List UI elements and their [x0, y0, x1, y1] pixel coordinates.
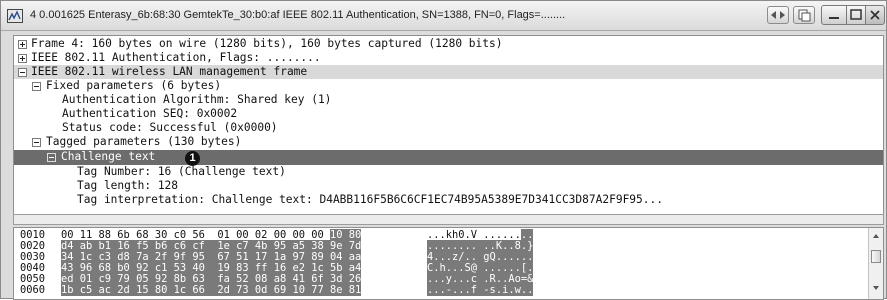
- tree-row-label: Authentication SEQ: 0x0002: [62, 107, 238, 120]
- packet-details-tree: Frame 4: 160 bytes on wire (1280 bits), …: [13, 35, 884, 215]
- expand-icon[interactable]: [18, 54, 27, 63]
- tree-row-challenge-text[interactable]: Challenge text 1: [14, 150, 883, 166]
- minimize-button[interactable]: [821, 5, 847, 25]
- scroll-thumb[interactable]: [871, 250, 881, 263]
- scroll-up-icon[interactable]: [873, 234, 879, 238]
- tree-row-label: Frame 4: 160 bytes on wire (1280 bits), …: [31, 37, 503, 50]
- tree-row-auth-header[interactable]: IEEE 802.11 Authentication, Flags: .....…: [14, 51, 883, 65]
- collapse-icon[interactable]: [47, 153, 56, 162]
- tree-row-tagged-params[interactable]: Tagged parameters (130 bytes): [14, 135, 883, 149]
- expand-icon[interactable]: [18, 40, 27, 49]
- tree-row-auth-alg[interactable]: Authentication Algorithm: Shared key (1): [14, 93, 883, 107]
- window-title: 4 0.001625 Enterasy_6b:68:30 GemtekTe_30…: [30, 9, 566, 21]
- minimize-icon: [829, 17, 839, 19]
- title-bar[interactable]: 4 0.001625 Enterasy_6b:68:30 GemtekTe_30…: [1, 1, 886, 31]
- close-icon: [870, 10, 880, 20]
- tree-row-mgmt-frame[interactable]: IEEE 802.11 wireless LAN management fram…: [14, 65, 883, 79]
- tree-row-tag-number[interactable]: Tag Number: 16 (Challenge text): [14, 165, 883, 179]
- tree-row-label: IEEE 802.11 wireless LAN management fram…: [31, 65, 308, 78]
- tree-row-frame[interactable]: Frame 4: 160 bytes on wire (1280 bits), …: [14, 37, 883, 51]
- collapse-icon[interactable]: [32, 138, 41, 147]
- collapse-icon[interactable]: [18, 68, 27, 77]
- scroll-down-icon[interactable]: [873, 286, 879, 290]
- hex-ascii-highlighted: ...-...f -s.i.w..: [427, 284, 534, 296]
- hex-dump-pane: 0010 00 11 88 6b 68 30 c0 56 01 00 02 00 …: [13, 227, 884, 300]
- hex-bytes[interactable]: 1b c5 ac 2d 15 80 1c 66 2d 73 0d 69 10 7…: [61, 284, 362, 296]
- tree-row-label: Challenge text: [61, 150, 156, 163]
- copy-button[interactable]: [793, 6, 815, 24]
- maximize-icon: [850, 9, 862, 20]
- prev-next-icon: [771, 11, 785, 19]
- packet-details-window: 4 0.001625 Enterasy_6b:68:30 GemtekTe_30…: [0, 0, 887, 300]
- hex-bytes-highlighted: 1b c5 ac 2d 15 80 1c 66 2d 73 0d 69 10 7…: [61, 284, 362, 296]
- tree-row-label: Authentication Algorithm: Shared key (1): [62, 93, 332, 106]
- vertical-scrollbar[interactable]: [868, 228, 883, 299]
- tree-row-label: Status code: Successful (0x0000): [62, 121, 278, 134]
- horizontal-scrollbar[interactable]: [13, 214, 884, 225]
- tree-row-tag-length[interactable]: Tag length: 128: [14, 179, 883, 193]
- tree-row-label: Tagged parameters (130 bytes): [46, 135, 242, 148]
- hex-ascii[interactable]: ...-...f -s.i.w..: [427, 284, 534, 296]
- copy-icon: [798, 9, 811, 22]
- prev-next-button[interactable]: [767, 6, 789, 24]
- close-button[interactable]: [865, 5, 885, 25]
- tree-row-label: Tag interpretation: Challenge text: D4AB…: [77, 193, 663, 206]
- tree-row-tag-interpretation[interactable]: Tag interpretation: Challenge text: D4AB…: [14, 193, 883, 207]
- tree-row-label: IEEE 802.11 Authentication, Flags: .....…: [31, 51, 321, 64]
- tree-row-label: Tag length: 128: [77, 179, 179, 192]
- tree-row-label: Fixed parameters (6 bytes): [46, 79, 222, 92]
- hex-offset: 0060: [20, 284, 46, 296]
- collapse-icon[interactable]: [32, 82, 41, 91]
- wireshark-app-icon: [7, 9, 23, 23]
- tree-row-label: Tag Number: 16 (Challenge text): [77, 165, 286, 178]
- tree-row-auth-seq[interactable]: Authentication SEQ: 0x0002: [14, 107, 883, 121]
- maximize-button[interactable]: [846, 5, 866, 25]
- tree-row-status-code[interactable]: Status code: Successful (0x0000): [14, 121, 883, 135]
- callout-marker: 1: [185, 151, 200, 166]
- tree-row-fixed-params[interactable]: Fixed parameters (6 bytes): [14, 79, 883, 93]
